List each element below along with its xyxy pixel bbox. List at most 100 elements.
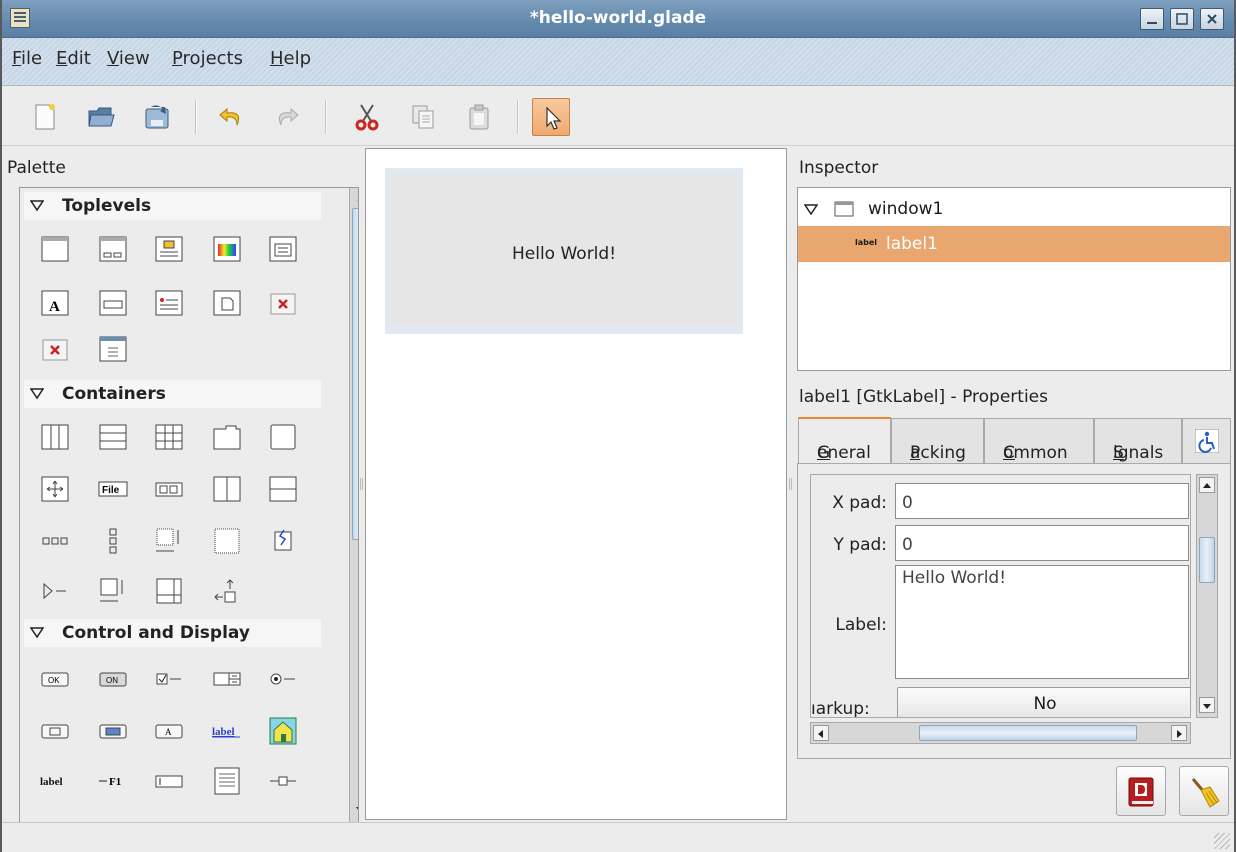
properties-vscroll-thumb[interactable] <box>1199 537 1215 583</box>
window-widget-icon[interactable] <box>40 234 70 264</box>
input-dialog-icon[interactable] <box>98 288 128 318</box>
plug-widget-icon[interactable] <box>40 334 70 364</box>
use-markup-toggle[interactable]: No <box>897 687 1190 717</box>
aspect-frame-icon[interactable] <box>98 576 128 606</box>
window-title: *hello-world.glade <box>529 8 707 28</box>
radio-button-icon[interactable] <box>268 664 298 694</box>
event-box-icon[interactable] <box>212 576 242 606</box>
undo-button[interactable] <box>212 98 250 136</box>
menu-help[interactable]: Help <box>270 48 311 69</box>
fixed-container-icon[interactable] <box>40 474 70 504</box>
image-widget-icon[interactable] <box>268 716 298 746</box>
select-tool-button[interactable] <box>532 98 570 136</box>
tab-packing[interactable]: Packing <box>891 418 984 464</box>
menu-view[interactable]: View <box>107 48 150 69</box>
title-bar[interactable]: *hello-world.glade <box>2 0 1234 38</box>
tab-signals[interactable]: Signals <box>1094 418 1182 464</box>
font-button-icon[interactable]: A <box>154 716 184 746</box>
vbutton-box-icon[interactable] <box>98 526 128 556</box>
new-button[interactable] <box>26 98 64 136</box>
scroll-right-button[interactable] <box>1171 725 1187 741</box>
dialog-widget-icon[interactable] <box>98 234 128 264</box>
palette-group-control-display[interactable]: Control and Display <box>24 619 321 647</box>
button-box-icon[interactable] <box>40 526 70 556</box>
scroll-down-button[interactable] <box>1199 697 1215 713</box>
resize-grip[interactable] <box>1214 833 1230 849</box>
menu-file[interactable]: File <box>12 48 42 69</box>
tab-general[interactable]: General <box>798 417 891 463</box>
recent-chooser-dialog-icon[interactable] <box>98 334 128 364</box>
notebook-icon[interactable] <box>212 422 242 452</box>
properties-hscroll-thumb[interactable] <box>919 725 1137 741</box>
button-widget-icon[interactable]: OK <box>40 664 70 694</box>
palette-scrollbar[interactable] <box>349 188 358 822</box>
layout-widget-icon[interactable] <box>154 526 184 556</box>
check-button-icon[interactable] <box>154 664 184 694</box>
close-button[interactable] <box>1200 8 1224 30</box>
paned-grip[interactable] <box>360 478 363 490</box>
message-dialog-icon[interactable] <box>154 234 184 264</box>
label-text-area[interactable]: Hello World! <box>895 565 1189 679</box>
save-button[interactable] <box>138 98 176 136</box>
palette-group-toplevels[interactable]: Toplevels <box>24 192 321 220</box>
scroll-up-button[interactable] <box>1199 477 1215 493</box>
expander-widget-icon[interactable] <box>40 576 70 606</box>
vpaned-icon[interactable] <box>268 474 298 504</box>
text-view-icon[interactable] <box>212 766 242 796</box>
alignment-widget-icon[interactable] <box>154 576 184 606</box>
hscale-icon[interactable] <box>268 766 298 796</box>
link-button-icon[interactable]: label <box>212 716 242 746</box>
assistant-icon[interactable] <box>212 288 242 318</box>
open-button[interactable] <box>82 98 120 136</box>
scrolled-window-icon[interactable] <box>212 526 242 556</box>
hpaned-icon[interactable] <box>212 474 242 504</box>
scroll-up-icon <box>1203 483 1211 488</box>
color-selection-dialog-icon[interactable] <box>212 234 242 264</box>
list-dialog-icon[interactable] <box>154 288 184 318</box>
color-button-icon[interactable] <box>98 716 128 746</box>
paste-button[interactable] <box>460 98 498 136</box>
properties-horizontal-scrollbar[interactable] <box>810 722 1191 744</box>
spin-button-icon[interactable] <box>212 664 242 694</box>
entry-widget-icon[interactable] <box>154 766 184 796</box>
clear-button[interactable] <box>1179 766 1229 816</box>
menu-projects[interactable]: Projects <box>172 48 243 69</box>
frame-icon[interactable] <box>268 422 298 452</box>
file-chooser-dialog-icon[interactable] <box>268 234 298 264</box>
palette-group-containers[interactable]: Containers <box>24 380 321 408</box>
offscreen-window-icon[interactable] <box>268 288 298 318</box>
copy-button[interactable] <box>404 98 442 136</box>
label1-preview[interactable]: Hello World! <box>393 174 735 326</box>
ypad-field[interactable]: 0 <box>895 525 1189 561</box>
minimize-button[interactable] <box>1140 8 1164 30</box>
label-widget-icon[interactable]: label <box>40 766 70 796</box>
palette-scroll-thumb[interactable] <box>352 208 358 540</box>
vbox-icon[interactable] <box>98 422 128 452</box>
toolbar-widget-icon[interactable] <box>154 474 184 504</box>
tree-row-window1[interactable]: window1 <box>798 191 1230 227</box>
tree-row-label1[interactable]: label label1 <box>798 226 1230 262</box>
font-dialog-icon[interactable]: A <box>40 288 70 318</box>
properties-vertical-scrollbar[interactable] <box>1196 474 1218 718</box>
design-canvas[interactable]: Hello World! <box>365 148 787 820</box>
cut-button[interactable] <box>348 98 386 136</box>
expander-open-icon <box>804 204 818 215</box>
table-container-icon[interactable] <box>154 422 184 452</box>
paned-grip[interactable] <box>789 478 792 490</box>
tab-accessibility[interactable] <box>1182 418 1231 464</box>
scroll-left-button[interactable] <box>813 725 829 741</box>
hbox-icon[interactable] <box>40 422 70 452</box>
redo-button[interactable] <box>268 98 306 136</box>
scroll-down-icon <box>1203 704 1211 709</box>
maximize-button[interactable] <box>1170 8 1194 30</box>
tab-common[interactable]: Common <box>984 418 1094 464</box>
devhelp-button[interactable] <box>1116 766 1166 816</box>
accel-label-icon[interactable]: F1 <box>98 766 128 796</box>
file-chooser-button-icon[interactable] <box>40 716 70 746</box>
menu-bar-widget-icon[interactable]: File <box>98 474 128 504</box>
viewport-icon[interactable] <box>268 526 298 556</box>
menu-edit[interactable]: Edit <box>56 48 91 69</box>
window1-preview[interactable]: Hello World! <box>385 168 743 334</box>
xpad-field[interactable]: 0 <box>895 483 1189 519</box>
toggle-button-icon[interactable]: ON <box>98 664 128 694</box>
